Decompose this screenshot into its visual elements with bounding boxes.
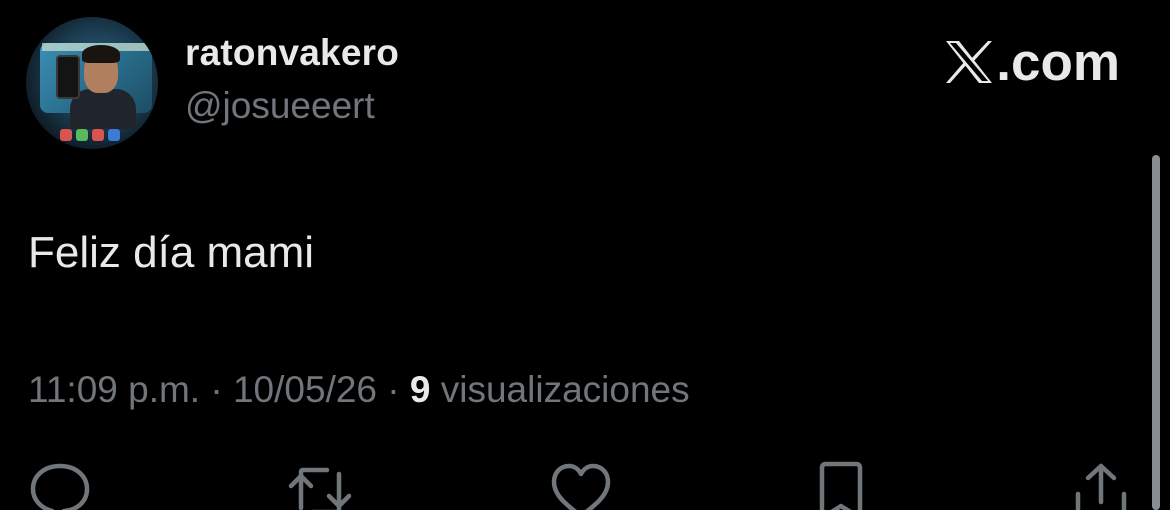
meta-separator: · <box>200 369 233 410</box>
repost-icon <box>288 467 352 510</box>
views-label[interactable]: visualizaciones <box>430 369 690 410</box>
views-count[interactable]: 9 <box>410 369 431 410</box>
reply-icon <box>30 463 90 510</box>
like-button[interactable] <box>548 458 614 510</box>
avatar-photo-detail <box>56 55 80 99</box>
avatar-photo-detail <box>82 45 120 63</box>
tweet-date: 10/05/26 <box>232 369 378 410</box>
bookmark-icon <box>819 461 863 510</box>
share-icon <box>1075 463 1127 510</box>
scrollbar[interactable] <box>1152 155 1160 510</box>
tweet-text: Feliz día mami <box>28 228 315 277</box>
tweet-time: 11:09 p.m. <box>28 369 201 410</box>
share-button[interactable] <box>1068 458 1134 510</box>
bookmark-button[interactable] <box>808 458 874 510</box>
brand-text: .com <box>996 32 1120 92</box>
user-handle[interactable]: @josueeert <box>185 85 375 127</box>
avatar-photo-detail <box>60 129 136 141</box>
x-logo-icon <box>944 39 994 85</box>
heart-icon <box>551 463 611 510</box>
repost-button[interactable] <box>287 458 353 510</box>
display-name[interactable]: ratonvakero <box>185 32 399 74</box>
avatar[interactable] <box>26 17 158 149</box>
brand: .com <box>944 30 1120 94</box>
tweet-meta: 11:09 p.m. · 10/05/26 · 9 visualizacione… <box>28 369 690 411</box>
meta-separator: · <box>377 369 410 410</box>
reply-button[interactable] <box>27 458 93 510</box>
